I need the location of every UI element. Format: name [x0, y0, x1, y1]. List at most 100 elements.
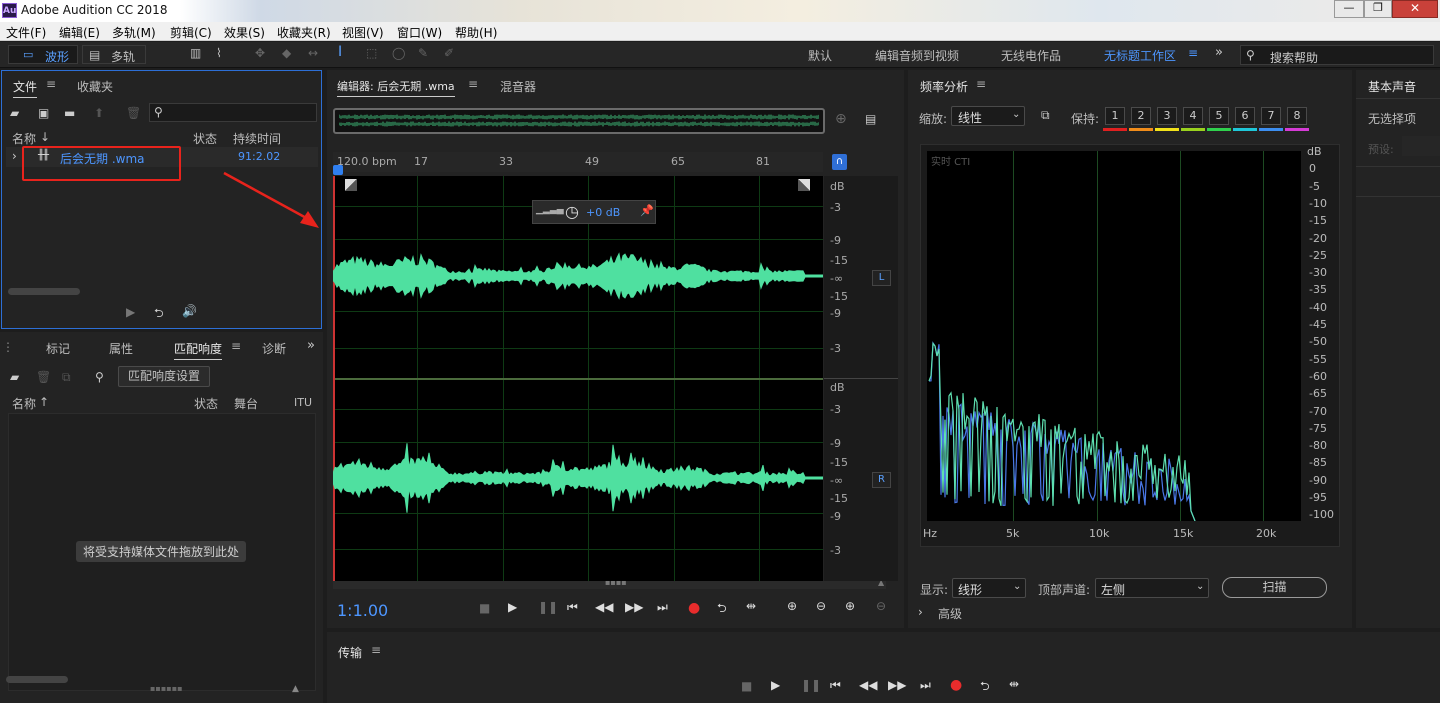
spectral-display-icon[interactable]: ▥ — [190, 46, 201, 60]
resize-grip[interactable]: ▪▪▪▪▪▪ — [150, 684, 183, 693]
restore-button[interactable]: ❐ — [1364, 0, 1392, 18]
more-tabs-icon[interactable]: » — [307, 338, 315, 353]
col-name[interactable]: 名称 — [12, 130, 36, 147]
col-duration[interactable]: 持续时间 — [233, 130, 281, 147]
current-time[interactable]: 1:1.00 — [337, 601, 388, 620]
hold-button-7[interactable]: 7 — [1261, 107, 1281, 125]
workspace-radio-production[interactable]: 无线电作品 — [1001, 47, 1061, 64]
menu-multitrack[interactable]: 多轨(M) — [112, 24, 156, 41]
hud-gain-control[interactable]: ▁▂▃▄ ◷ +0 dB 📌 — [532, 200, 656, 224]
col-status[interactable]: 状态 — [193, 130, 217, 147]
frequency-plot[interactable]: 实时 CTI dB 0 -5 -10 -15 -20 -25 -30 -35 -40 -45 -50 -… — [920, 144, 1340, 547]
multitrack-view-button[interactable]: ▤ 多轨 — [82, 45, 146, 64]
horizontal-scrollbar[interactable]: ▪▪▪▪ ▲ — [333, 578, 886, 589]
scale-select[interactable]: 线性 ⌄ — [951, 106, 1025, 126]
horizontal-scrollbar[interactable] — [6, 676, 68, 683]
col-stage[interactable]: 舞台 — [234, 395, 258, 412]
move-tool-icon[interactable]: ✥ — [255, 46, 265, 60]
match-loudness-settings-button[interactable]: 匹配响度设置 — [118, 366, 210, 387]
fade-out-handle[interactable] — [798, 179, 810, 191]
search-help-field[interactable]: ⚲ 搜索帮助 — [1240, 45, 1434, 65]
new-file-icon[interactable]: ▬ — [64, 106, 75, 120]
hold-button-4[interactable]: 4 — [1183, 107, 1203, 125]
loop-icon[interactable]: ⮌ — [980, 677, 990, 698]
insert-icon[interactable]: ⬆ — [94, 106, 104, 120]
pitch-display-icon[interactable]: ⌇ — [216, 46, 222, 60]
time-selection-tool-icon[interactable]: I — [338, 44, 342, 60]
zoom-out-time-icon[interactable]: ⊖ — [876, 599, 886, 613]
fast-forward-icon[interactable]: ▶▶ — [625, 600, 643, 614]
workspace-untitled[interactable]: 无标题工作区 — [1104, 47, 1176, 64]
rewind-icon[interactable]: ◀◀ — [595, 600, 613, 614]
loop-icon[interactable]: ⮌ — [717, 599, 727, 620]
scan-button[interactable]: 扫描 — [1222, 577, 1327, 598]
fade-in-handle[interactable] — [345, 179, 357, 191]
snap-magnet-icon[interactable]: ∩ — [832, 154, 847, 170]
menu-clip[interactable]: 剪辑(C) — [170, 24, 212, 41]
open-file-icon[interactable]: ▰ — [10, 106, 19, 120]
slip-tool-icon[interactable]: ↔ — [308, 46, 318, 60]
overview-navigator[interactable] — [333, 108, 825, 134]
tab-diagnostics[interactable]: 诊断 — [262, 340, 288, 357]
menu-help[interactable]: 帮助(H) — [455, 24, 497, 41]
hold-button-3[interactable]: 3 — [1157, 107, 1177, 125]
stop-icon[interactable]: ■ — [741, 679, 752, 693]
tab-files[interactable]: 文件 — [13, 78, 38, 98]
advanced-toggle[interactable]: 高级 — [938, 605, 962, 622]
scroll-up-icon[interactable]: ▲ — [292, 684, 299, 694]
panel-menu-icon[interactable]: ≡ — [468, 77, 478, 91]
fast-forward-icon[interactable]: ▶▶ — [888, 678, 906, 692]
panel-menu-icon[interactable]: ≡ — [371, 643, 381, 657]
go-to-start-icon[interactable]: ⏮ — [830, 678, 841, 693]
tab-favorites[interactable]: 收藏夹 — [77, 78, 113, 95]
trash-icon[interactable]: 🗑 — [36, 370, 51, 384]
channel-l-toggle[interactable]: L — [872, 270, 891, 286]
hold-button-6[interactable]: 6 — [1235, 107, 1255, 125]
loudness-icon[interactable]: ⚲ — [95, 370, 104, 384]
menu-effects[interactable]: 效果(S) — [224, 24, 265, 41]
waveform-display[interactable]: ▁▂▃▄ ◷ +0 dB 📌 — [333, 176, 823, 581]
copy-icon[interactable]: ⧉ — [62, 370, 71, 385]
play-preview-icon[interactable]: ▶ — [126, 305, 135, 319]
waveform-view-button[interactable]: ▭ 波形 — [8, 45, 78, 64]
razor-tool-icon[interactable]: ◆ — [282, 46, 291, 60]
close-button[interactable]: ✕ — [1392, 0, 1438, 18]
delete-icon[interactable]: 🗑 — [126, 106, 141, 120]
display-select[interactable]: 线形 ⌄ — [952, 578, 1026, 598]
panel-menu-icon[interactable]: ≡ — [976, 77, 986, 91]
stop-icon[interactable]: ■ — [479, 601, 490, 615]
zoom-in-time-icon[interactable]: ⊕ — [845, 599, 855, 613]
top-channel-select[interactable]: 左侧 ⌄ — [1095, 578, 1209, 598]
zoom-scroll-icon[interactable]: ⊕ — [835, 111, 847, 127]
pause-icon[interactable]: ❚❚ — [538, 600, 558, 614]
workspace-edit-audio-to-video[interactable]: 编辑音频到视频 — [875, 47, 959, 64]
tab-markers[interactable]: 标记 — [46, 340, 70, 357]
record-icon[interactable]: ● — [950, 677, 962, 693]
auto-play-icon[interactable]: 🔊 — [182, 304, 197, 318]
zoom-out-amplitude-icon[interactable]: ⊖ — [816, 599, 826, 613]
copy-icon[interactable]: ⧉ — [1041, 108, 1050, 123]
horizontal-scrollbar[interactable] — [8, 288, 80, 295]
pause-icon[interactable]: ❚❚ — [801, 678, 821, 692]
go-to-end-icon[interactable]: ⏭ — [657, 600, 668, 615]
brush-tool-icon[interactable]: ✎ — [418, 46, 428, 60]
import-file-icon[interactable]: ▣ — [38, 106, 49, 120]
play-icon[interactable]: ▶ — [508, 600, 517, 614]
menu-file[interactable]: 文件(F) — [6, 24, 46, 41]
tab-editor[interactable]: 编辑器: 后会无期 .wma — [337, 78, 455, 97]
workspace-menu-icon[interactable]: ≡ — [1188, 46, 1198, 60]
menu-favorites[interactable]: 收藏夹(R) — [277, 24, 331, 41]
tab-properties[interactable]: 属性 — [109, 340, 133, 357]
channel-r-toggle[interactable]: R — [872, 472, 891, 488]
menu-edit[interactable]: 编辑(E) — [59, 24, 100, 41]
files-search-input[interactable]: ⚲ — [149, 103, 317, 122]
go-to-start-icon[interactable]: ⏮ — [567, 600, 578, 615]
play-icon[interactable]: ▶ — [771, 678, 780, 692]
scroll-grip[interactable]: ▪▪▪▪ — [605, 578, 627, 587]
time-ruler[interactable]: 120.0 bpm 17 33 49 65 81 — [333, 152, 823, 175]
open-folder-icon[interactable]: ▰ — [10, 370, 19, 384]
hold-button-1[interactable]: 1 — [1105, 107, 1125, 125]
options-icon[interactable]: ▤ — [865, 112, 876, 126]
gain-knob-icon[interactable]: ◷ — [565, 202, 579, 221]
lasso-tool-icon[interactable]: ◯ — [392, 46, 405, 60]
